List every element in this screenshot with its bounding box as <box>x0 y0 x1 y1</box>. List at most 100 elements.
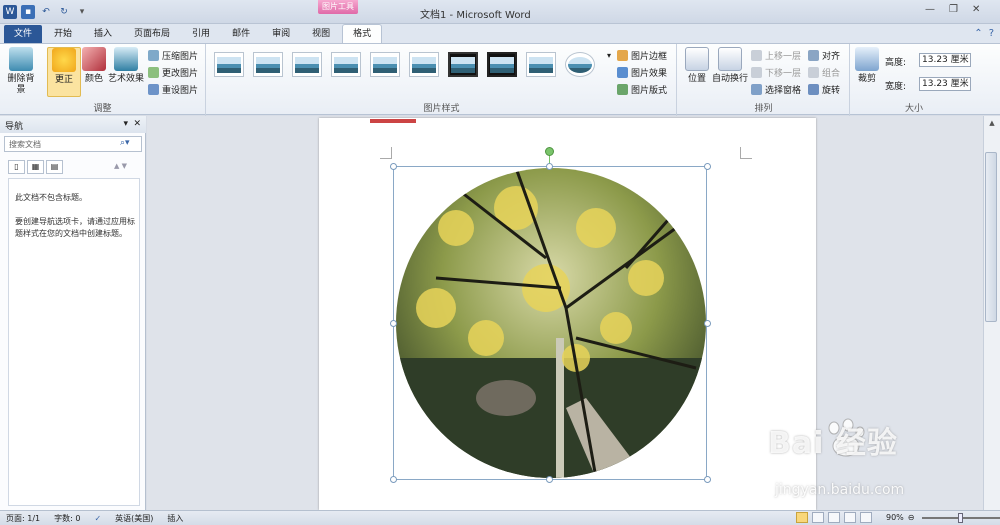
style-thumb-9[interactable] <box>526 52 556 77</box>
nav-title: 导航 <box>5 122 24 132</box>
group-label: 组合 <box>822 68 841 79</box>
nav-menu-icon[interactable]: ▾ <box>123 119 128 129</box>
style-thumb-3[interactable] <box>292 52 322 77</box>
proofing-icon[interactable]: ✓ <box>94 514 101 523</box>
resize-handle-s[interactable] <box>546 476 553 483</box>
tab-insert[interactable]: 插入 <box>84 25 122 43</box>
wrap-text-button[interactable]: 自动换行 <box>710 47 750 85</box>
headings-tab-icon[interactable]: ▯ <box>8 160 25 174</box>
position-button[interactable]: 位置 <box>680 47 714 85</box>
watermark-url: jingyan.baidu.com <box>775 482 905 498</box>
style-thumb-4[interactable] <box>331 52 361 77</box>
bring-forward-icon <box>751 49 762 61</box>
resize-handle-n[interactable] <box>546 163 553 170</box>
style-thumb-1[interactable] <box>214 52 244 77</box>
change-picture-icon <box>148 66 159 78</box>
send-backward-button[interactable]: 下移一层 <box>751 65 801 79</box>
margin-corner-left <box>380 147 392 159</box>
tab-format[interactable]: 格式 <box>342 24 383 43</box>
selection-pane-button[interactable]: 选择窗格 <box>751 82 801 96</box>
picture-layout-button[interactable]: 图片版式 <box>617 82 667 96</box>
full-screen-view-icon[interactable] <box>812 512 824 523</box>
resize-handle-ne[interactable] <box>704 163 711 170</box>
reset-picture-button[interactable]: 重设图片 <box>148 82 198 96</box>
rotation-handle[interactable] <box>545 147 554 156</box>
tab-file[interactable]: 文件 <box>4 25 42 43</box>
style-thumb-10[interactable] <box>565 52 595 77</box>
reset-icon <box>148 83 159 95</box>
restore-icon[interactable]: ❐ <box>949 4 958 15</box>
group-size: 裁剪 高度: 13.23 厘米 宽度: 13.23 厘米 大小 <box>851 44 977 116</box>
nav-close-icon[interactable]: ✕ <box>133 119 141 129</box>
tab-home[interactable]: 开始 <box>44 25 82 43</box>
resize-handle-se[interactable] <box>704 476 711 483</box>
bring-forward-button[interactable]: 上移一层 <box>751 48 801 62</box>
tab-review[interactable]: 审阅 <box>262 25 300 43</box>
undo-icon[interactable]: ↶ <box>39 5 53 19</box>
web-layout-view-icon[interactable] <box>828 512 840 523</box>
language-indicator[interactable]: 英语(美国) <box>115 513 153 524</box>
help-icon[interactable]: ? <box>989 28 994 39</box>
quick-access-toolbar: W ▪ ↶ ↻ ▾ <box>3 4 89 20</box>
corrections-label: 更正 <box>54 75 73 85</box>
ribbon: 删除背景 更正 颜色 艺术效果 压缩图片 更改图片 重设图片 调整 ▾ 图片边框 <box>0 43 1000 116</box>
tree-photo-image <box>396 168 706 478</box>
style-thumb-8[interactable] <box>487 52 517 77</box>
resize-handle-sw[interactable] <box>390 476 397 483</box>
style-thumb-7[interactable] <box>448 52 478 77</box>
style-thumb-5[interactable] <box>370 52 400 77</box>
save-icon[interactable]: ▪ <box>21 5 35 19</box>
group-button[interactable]: 组合 <box>808 65 840 79</box>
rotate-button[interactable]: 旋转 <box>808 82 840 96</box>
style-thumb-2[interactable] <box>253 52 283 77</box>
insert-mode[interactable]: 插入 <box>167 513 183 524</box>
resize-handle-e[interactable] <box>704 320 711 327</box>
scroll-thumb[interactable] <box>985 152 997 322</box>
tab-view[interactable]: 视图 <box>302 25 340 43</box>
redo-icon[interactable]: ↻ <box>57 5 71 19</box>
crop-button[interactable]: 裁剪 <box>853 47 881 85</box>
word-count[interactable]: 字数: 0 <box>54 513 80 524</box>
corrections-button[interactable]: 更正 <box>47 47 81 97</box>
tab-page-layout[interactable]: 页面布局 <box>124 25 180 43</box>
gallery-more-icon[interactable]: ▾ <box>607 48 611 62</box>
remove-background-icon <box>9 47 33 71</box>
zoom-slider[interactable] <box>922 512 1000 523</box>
picture-effects-button[interactable]: 图片效果 <box>617 65 667 79</box>
crop-icon <box>855 47 879 71</box>
artistic-effects-label: 艺术效果 <box>107 74 144 84</box>
nav-prev-next-icon[interactable]: ▲ ▼ <box>114 162 127 170</box>
minimize-icon[interactable]: — <box>925 4 935 15</box>
zoom-level[interactable]: 90% <box>886 513 904 522</box>
draft-view-icon[interactable] <box>860 512 872 523</box>
zoom-out-icon[interactable]: ⊖ <box>908 513 915 522</box>
pages-tab-icon[interactable]: ▦ <box>27 160 44 174</box>
results-tab-icon[interactable]: ▤ <box>46 160 63 174</box>
close-icon[interactable]: ✕ <box>972 4 980 15</box>
tab-references[interactable]: 引用 <box>182 25 220 43</box>
circular-photo[interactable] <box>396 168 706 478</box>
width-field[interactable]: 13.23 厘米 <box>919 77 971 91</box>
resize-handle-nw[interactable] <box>390 163 397 170</box>
resize-handle-w[interactable] <box>390 320 397 327</box>
style-thumb-6[interactable] <box>409 52 439 77</box>
search-icon[interactable]: ⌕▾ <box>120 138 130 148</box>
navigation-pane: 导航 ▾ ✕ 搜索文档 ⌕▾ ▯ ▦ ▤ ▲ ▼ 此文档不包含标题。 要创建导航… <box>0 116 146 510</box>
outline-view-icon[interactable] <box>844 512 856 523</box>
scroll-up-icon[interactable]: ▲ <box>984 119 1000 127</box>
remove-background-button[interactable]: 删除背景 <box>4 47 38 96</box>
compress-pictures-button[interactable]: 压缩图片 <box>148 48 198 62</box>
change-picture-button[interactable]: 更改图片 <box>148 65 198 79</box>
height-field[interactable]: 13.23 厘米 <box>919 53 971 67</box>
customize-qat-icon[interactable]: ▾ <box>75 5 89 19</box>
picture-layout-label: 图片版式 <box>631 85 668 96</box>
artistic-effects-button[interactable]: 艺术效果 <box>107 47 145 85</box>
print-layout-view-icon[interactable] <box>796 512 808 523</box>
tab-mailings[interactable]: 邮件 <box>222 25 260 43</box>
color-button[interactable]: 颜色 <box>77 47 111 85</box>
collapse-ribbon-icon[interactable]: ⌃ <box>974 28 982 39</box>
page-count[interactable]: 页面: 1/1 <box>6 513 40 524</box>
zoom-slider-thumb[interactable] <box>958 512 964 523</box>
align-button[interactable]: 对齐 <box>808 48 840 62</box>
picture-border-button[interactable]: 图片边框 <box>617 48 667 62</box>
